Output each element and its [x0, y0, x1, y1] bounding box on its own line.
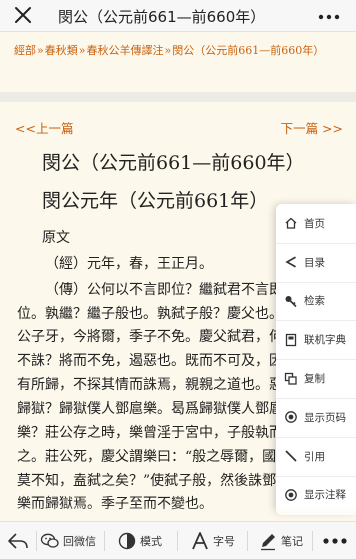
section-label: 原文	[42, 230, 70, 246]
share-icon	[285, 256, 296, 268]
font-size-label: 字号	[213, 535, 235, 548]
text-line: 公子牙，今將爾，季子不免。慶父弑君，何以	[17, 329, 297, 345]
text-line: （經）元年，春，王正月。	[45, 256, 213, 272]
toolbar-separator	[36, 531, 37, 551]
prev-chapter-link[interactable]: <<上一篇	[15, 118, 73, 137]
breadcrumb-item[interactable]: 春秋類	[45, 44, 78, 57]
wechat-label: 回微信	[63, 535, 96, 548]
text-line: （傳）公何以不言即位？繼弑君不言即	[45, 282, 283, 298]
wechat-icon	[40, 533, 59, 548]
notes-label: 笔记	[281, 535, 303, 548]
bottom-toolbar: 回微信 模式 字号 笔记	[0, 521, 356, 559]
breadcrumb-item[interactable]: 經部	[14, 44, 36, 57]
text-line: 莫不知，盍弑之矣？”使弑子般，然後誅鄧扈	[17, 473, 291, 489]
breadcrumb-separator: »	[37, 44, 44, 57]
divider-band	[0, 92, 356, 102]
pencil-icon	[285, 450, 297, 462]
breadcrumb-item[interactable]: 閔公（公元前661—前660年）	[172, 44, 324, 57]
breadcrumb-separator: »	[164, 44, 172, 57]
menu-item-label: 目录	[304, 256, 325, 269]
menu-item-search[interactable]: 检索	[276, 282, 356, 321]
breadcrumb-area	[0, 32, 356, 90]
menu-item-home[interactable]: 首页	[276, 204, 356, 243]
menu-item-copy[interactable]: 复制	[276, 359, 356, 398]
text-line: 之。莊公死，慶父謂樂曰：“般之辱爾，國人	[17, 449, 291, 465]
pen-icon	[261, 534, 275, 551]
menu-item-label: 显示页码	[304, 411, 346, 424]
key-icon	[285, 295, 297, 308]
text-line: 樂？莊公存之時，樂曾淫于宮中，子般執而鞭	[17, 425, 297, 441]
menu-item-label: 显示注释	[304, 489, 346, 502]
menu-item-cite[interactable]: 引用	[276, 437, 356, 476]
back-arrow-icon	[8, 533, 28, 549]
section-title: 閔公元年（公元前661年）	[42, 190, 269, 212]
back-button[interactable]	[6, 522, 33, 559]
menu-item-dictionary[interactable]: 联机字典	[276, 320, 356, 359]
page-title: 閔公（公元前661—前660年）	[58, 8, 266, 26]
menu-item-label: 检索	[304, 295, 325, 308]
home-icon	[285, 218, 297, 230]
breadcrumb-item[interactable]: 春秋公羊傳譯注	[86, 44, 163, 57]
notes-button[interactable]: 笔记	[258, 522, 303, 559]
copy-icon	[284, 372, 297, 385]
mode-button[interactable]: 模式	[117, 522, 162, 559]
text-line: 歸獄？歸獄僕人鄧扈樂。曷爲歸獄僕人鄧扈	[17, 401, 283, 417]
more-button[interactable]	[322, 522, 351, 559]
dictionary-icon	[285, 333, 297, 346]
back-to-wechat-button[interactable]: 回微信	[40, 522, 96, 559]
menu-item-label: 联机字典	[304, 334, 346, 347]
target-icon	[285, 411, 297, 424]
text-line: 有所歸，不探其情而誅焉，親親之道也。惡乎	[17, 377, 297, 393]
next-chapter-link[interactable]: 下一篇 >>	[281, 118, 343, 137]
mode-icon	[118, 532, 136, 550]
toolbar-separator	[247, 531, 248, 551]
breadcrumb: 經部»春秋類»春秋公羊傳譯注»閔公（公元前661—前660年）	[14, 42, 346, 60]
breadcrumb-separator: »	[78, 44, 86, 57]
more-icon	[323, 538, 347, 544]
target-icon	[285, 489, 297, 501]
toolbar-separator	[104, 531, 105, 551]
more-icon[interactable]	[318, 14, 340, 20]
close-icon[interactable]	[12, 4, 34, 26]
chapter-title: 閔公（公元前661—前660年）	[42, 152, 305, 174]
mode-label: 模式	[140, 535, 162, 548]
menu-item-label: 首页	[304, 217, 325, 230]
menu-item-toc[interactable]: 目录	[276, 243, 356, 282]
top-bar: 閔公（公元前661—前660年）	[0, 0, 356, 32]
side-menu: 首页 目录 检索 联机字典 复制 显示页码 引用 显示注释	[276, 204, 356, 515]
toolbar-separator	[177, 531, 178, 551]
menu-item-label: 复制	[304, 373, 325, 386]
text-line: 不誅？將而不免，遏惡也。既而不可及，因獄	[17, 353, 297, 369]
text-line: 位。孰繼？繼子般也。孰弑子般？慶父也。殺	[17, 306, 297, 322]
toolbar-separator	[312, 531, 313, 551]
font-size-button[interactable]: 字号	[190, 522, 235, 559]
menu-item-show-page-numbers[interactable]: 显示页码	[276, 398, 356, 437]
font-size-icon	[192, 532, 208, 550]
menu-item-label: 引用	[304, 450, 325, 463]
title-fade	[268, 2, 302, 30]
